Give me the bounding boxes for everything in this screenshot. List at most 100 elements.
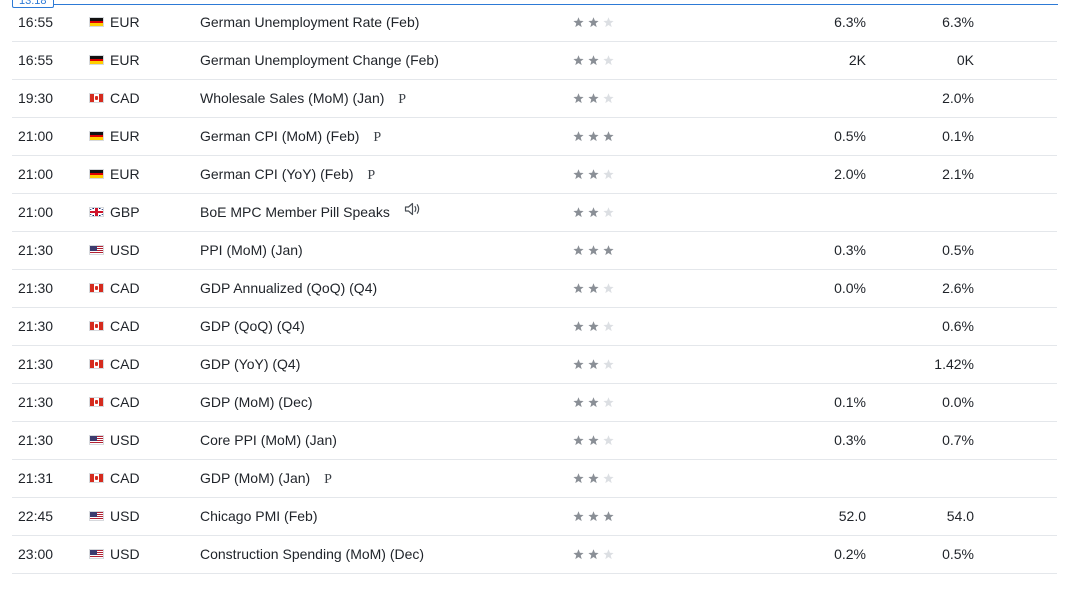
event-forecast-value: 0.6% (942, 318, 974, 334)
preliminary-tag: P (324, 472, 332, 487)
event-name[interactable]: Chicago PMI (Feb) (200, 508, 317, 524)
event-row[interactable]: 21:30 CAD GDP (YoY) (Q4) 1.42% (12, 346, 1057, 384)
star-filled-icon (588, 283, 599, 294)
event-row[interactable]: 16:55 EUR German Unemployment Change (Fe… (12, 42, 1057, 80)
event-name-cell[interactable]: Core PPI (MoM) (Jan) (200, 422, 337, 459)
event-name-cell[interactable]: GDP Annualized (QoQ) (Q4) (200, 270, 377, 307)
star-filled-icon (573, 169, 584, 180)
event-forecast-value: 2.0% (942, 90, 974, 106)
event-name-cell[interactable]: BoE MPC Member Pill Speaks (200, 194, 421, 231)
event-currency: USD (110, 242, 140, 258)
event-name-cell[interactable]: German Unemployment Change (Feb) (200, 42, 439, 79)
event-name[interactable]: PPI (MoM) (Jan) (200, 242, 303, 258)
event-name-cell[interactable]: GDP (YoY) (Q4) (200, 346, 300, 383)
importance-rating (573, 511, 614, 522)
event-row[interactable]: 21:30 USD Core PPI (MoM) (Jan) 0.3% 0.7% (12, 422, 1057, 460)
star-filled-icon (573, 359, 584, 370)
preliminary-tag: P (373, 130, 382, 145)
event-name-cell[interactable]: German Unemployment Rate (Feb) (200, 4, 419, 41)
event-name[interactable]: GDP (QoQ) (Q4) (200, 318, 305, 334)
event-name-cell[interactable]: GDP (MoM) (Jan) P (200, 460, 332, 498)
event-actual-value: 0.1% (834, 394, 866, 410)
star-filled-icon (588, 55, 599, 66)
event-row[interactable]: 21:00 GBP BoE MPC Member Pill Speaks (12, 194, 1057, 232)
event-row[interactable]: 21:31 CAD GDP (MoM) (Jan) P (12, 460, 1057, 498)
importance-rating (573, 473, 614, 484)
economic-calendar-table: 16:55 EUR German Unemployment Rate (Feb)… (12, 4, 1057, 574)
event-currency: EUR (110, 166, 140, 182)
event-name-cell[interactable]: German CPI (YoY) (Feb) P (200, 156, 375, 194)
event-row[interactable]: 19:30 CAD Wholesale Sales (MoM) (Jan) P … (12, 80, 1057, 118)
event-name-cell[interactable]: Construction Spending (MoM) (Dec) (200, 536, 424, 573)
flag-ca-icon (89, 397, 104, 407)
star-filled-icon (588, 17, 599, 28)
event-time: 21:00 (18, 128, 54, 144)
event-currency: EUR (110, 128, 140, 144)
event-name[interactable]: GDP Annualized (QoQ) (Q4) (200, 280, 377, 296)
event-row[interactable]: 16:55 EUR German Unemployment Rate (Feb)… (12, 4, 1057, 42)
event-name-cell[interactable]: GDP (QoQ) (Q4) (200, 308, 305, 345)
star-filled-icon (588, 169, 599, 180)
event-actual-value: 2K (848, 52, 866, 68)
preliminary-tag: P (398, 92, 407, 107)
star-filled-icon (573, 55, 584, 66)
event-time: 21:30 (18, 356, 54, 372)
event-name-cell[interactable]: PPI (MoM) (Jan) (200, 232, 303, 269)
event-name-cell[interactable]: German CPI (MoM) (Feb) P (200, 118, 381, 156)
star-filled-icon (573, 435, 584, 446)
event-time: 21:00 (18, 166, 54, 182)
star-filled-icon (573, 17, 584, 28)
event-name[interactable]: BoE MPC Member Pill Speaks (200, 204, 390, 220)
event-row[interactable]: 21:30 CAD GDP (QoQ) (Q4) 0.6% (12, 308, 1057, 346)
star-filled-icon (573, 321, 584, 332)
star-filled-icon (588, 321, 599, 332)
event-name[interactable]: GDP (MoM) (Dec) (200, 394, 313, 410)
event-row[interactable]: 21:00 EUR German CPI (YoY) (Feb) P 2.0% … (12, 156, 1057, 194)
star-filled-icon (588, 549, 599, 560)
star-empty-icon (603, 321, 614, 332)
event-actual-value: 6.3% (834, 14, 866, 30)
star-empty-icon (603, 359, 614, 370)
event-name[interactable]: Core PPI (MoM) (Jan) (200, 432, 337, 448)
event-currency: CAD (110, 318, 140, 334)
event-row[interactable]: 21:30 CAD GDP Annualized (QoQ) (Q4) 0.0%… (12, 270, 1057, 308)
star-filled-icon (588, 511, 599, 522)
flag-de-icon (89, 17, 104, 27)
event-actual-value: 52.0 (838, 508, 866, 524)
star-filled-icon (573, 283, 584, 294)
event-forecast-value: 0.0% (942, 394, 974, 410)
event-name[interactable]: GDP (MoM) (Jan) (200, 470, 310, 486)
event-name[interactable]: German Unemployment Change (Feb) (200, 52, 439, 68)
event-name[interactable]: GDP (YoY) (Q4) (200, 356, 300, 372)
flag-us-icon (89, 549, 104, 559)
event-time: 22:45 (18, 508, 54, 524)
star-empty-icon (603, 473, 614, 484)
event-name-cell[interactable]: GDP (MoM) (Dec) (200, 384, 313, 421)
event-row[interactable]: 21:00 EUR German CPI (MoM) (Feb) P 0.5% … (12, 118, 1057, 156)
flag-de-icon (89, 131, 104, 141)
importance-rating (573, 93, 614, 104)
event-name[interactable]: German CPI (MoM) (Feb) (200, 128, 359, 144)
importance-rating (573, 169, 614, 180)
event-actual-value: 0.0% (834, 280, 866, 296)
star-filled-icon (603, 511, 614, 522)
event-forecast-value: 1.42% (934, 356, 974, 372)
event-name[interactable]: German CPI (YoY) (Feb) (200, 166, 354, 182)
event-currency: CAD (110, 356, 140, 372)
event-name[interactable]: German Unemployment Rate (Feb) (200, 14, 419, 30)
event-row[interactable]: 23:00 USD Construction Spending (MoM) (D… (12, 536, 1057, 574)
event-currency: USD (110, 546, 140, 562)
event-name[interactable]: Wholesale Sales (MoM) (Jan) (200, 90, 384, 106)
event-forecast-value: 0.5% (942, 242, 974, 258)
event-row[interactable]: 21:30 USD PPI (MoM) (Jan) 0.3% 0.5% (12, 232, 1057, 270)
event-row[interactable]: 22:45 USD Chicago PMI (Feb) 52.0 54.0 (12, 498, 1057, 536)
event-name[interactable]: Construction Spending (MoM) (Dec) (200, 546, 424, 562)
event-actual-value: 0.5% (834, 128, 866, 144)
event-name-cell[interactable]: Wholesale Sales (MoM) (Jan) P (200, 80, 406, 118)
importance-rating (573, 321, 614, 332)
flag-us-icon (89, 511, 104, 521)
event-time: 16:55 (18, 14, 54, 30)
flag-ca-icon (89, 359, 104, 369)
event-row[interactable]: 21:30 CAD GDP (MoM) (Dec) 0.1% 0.0% (12, 384, 1057, 422)
event-name-cell[interactable]: Chicago PMI (Feb) (200, 498, 317, 535)
